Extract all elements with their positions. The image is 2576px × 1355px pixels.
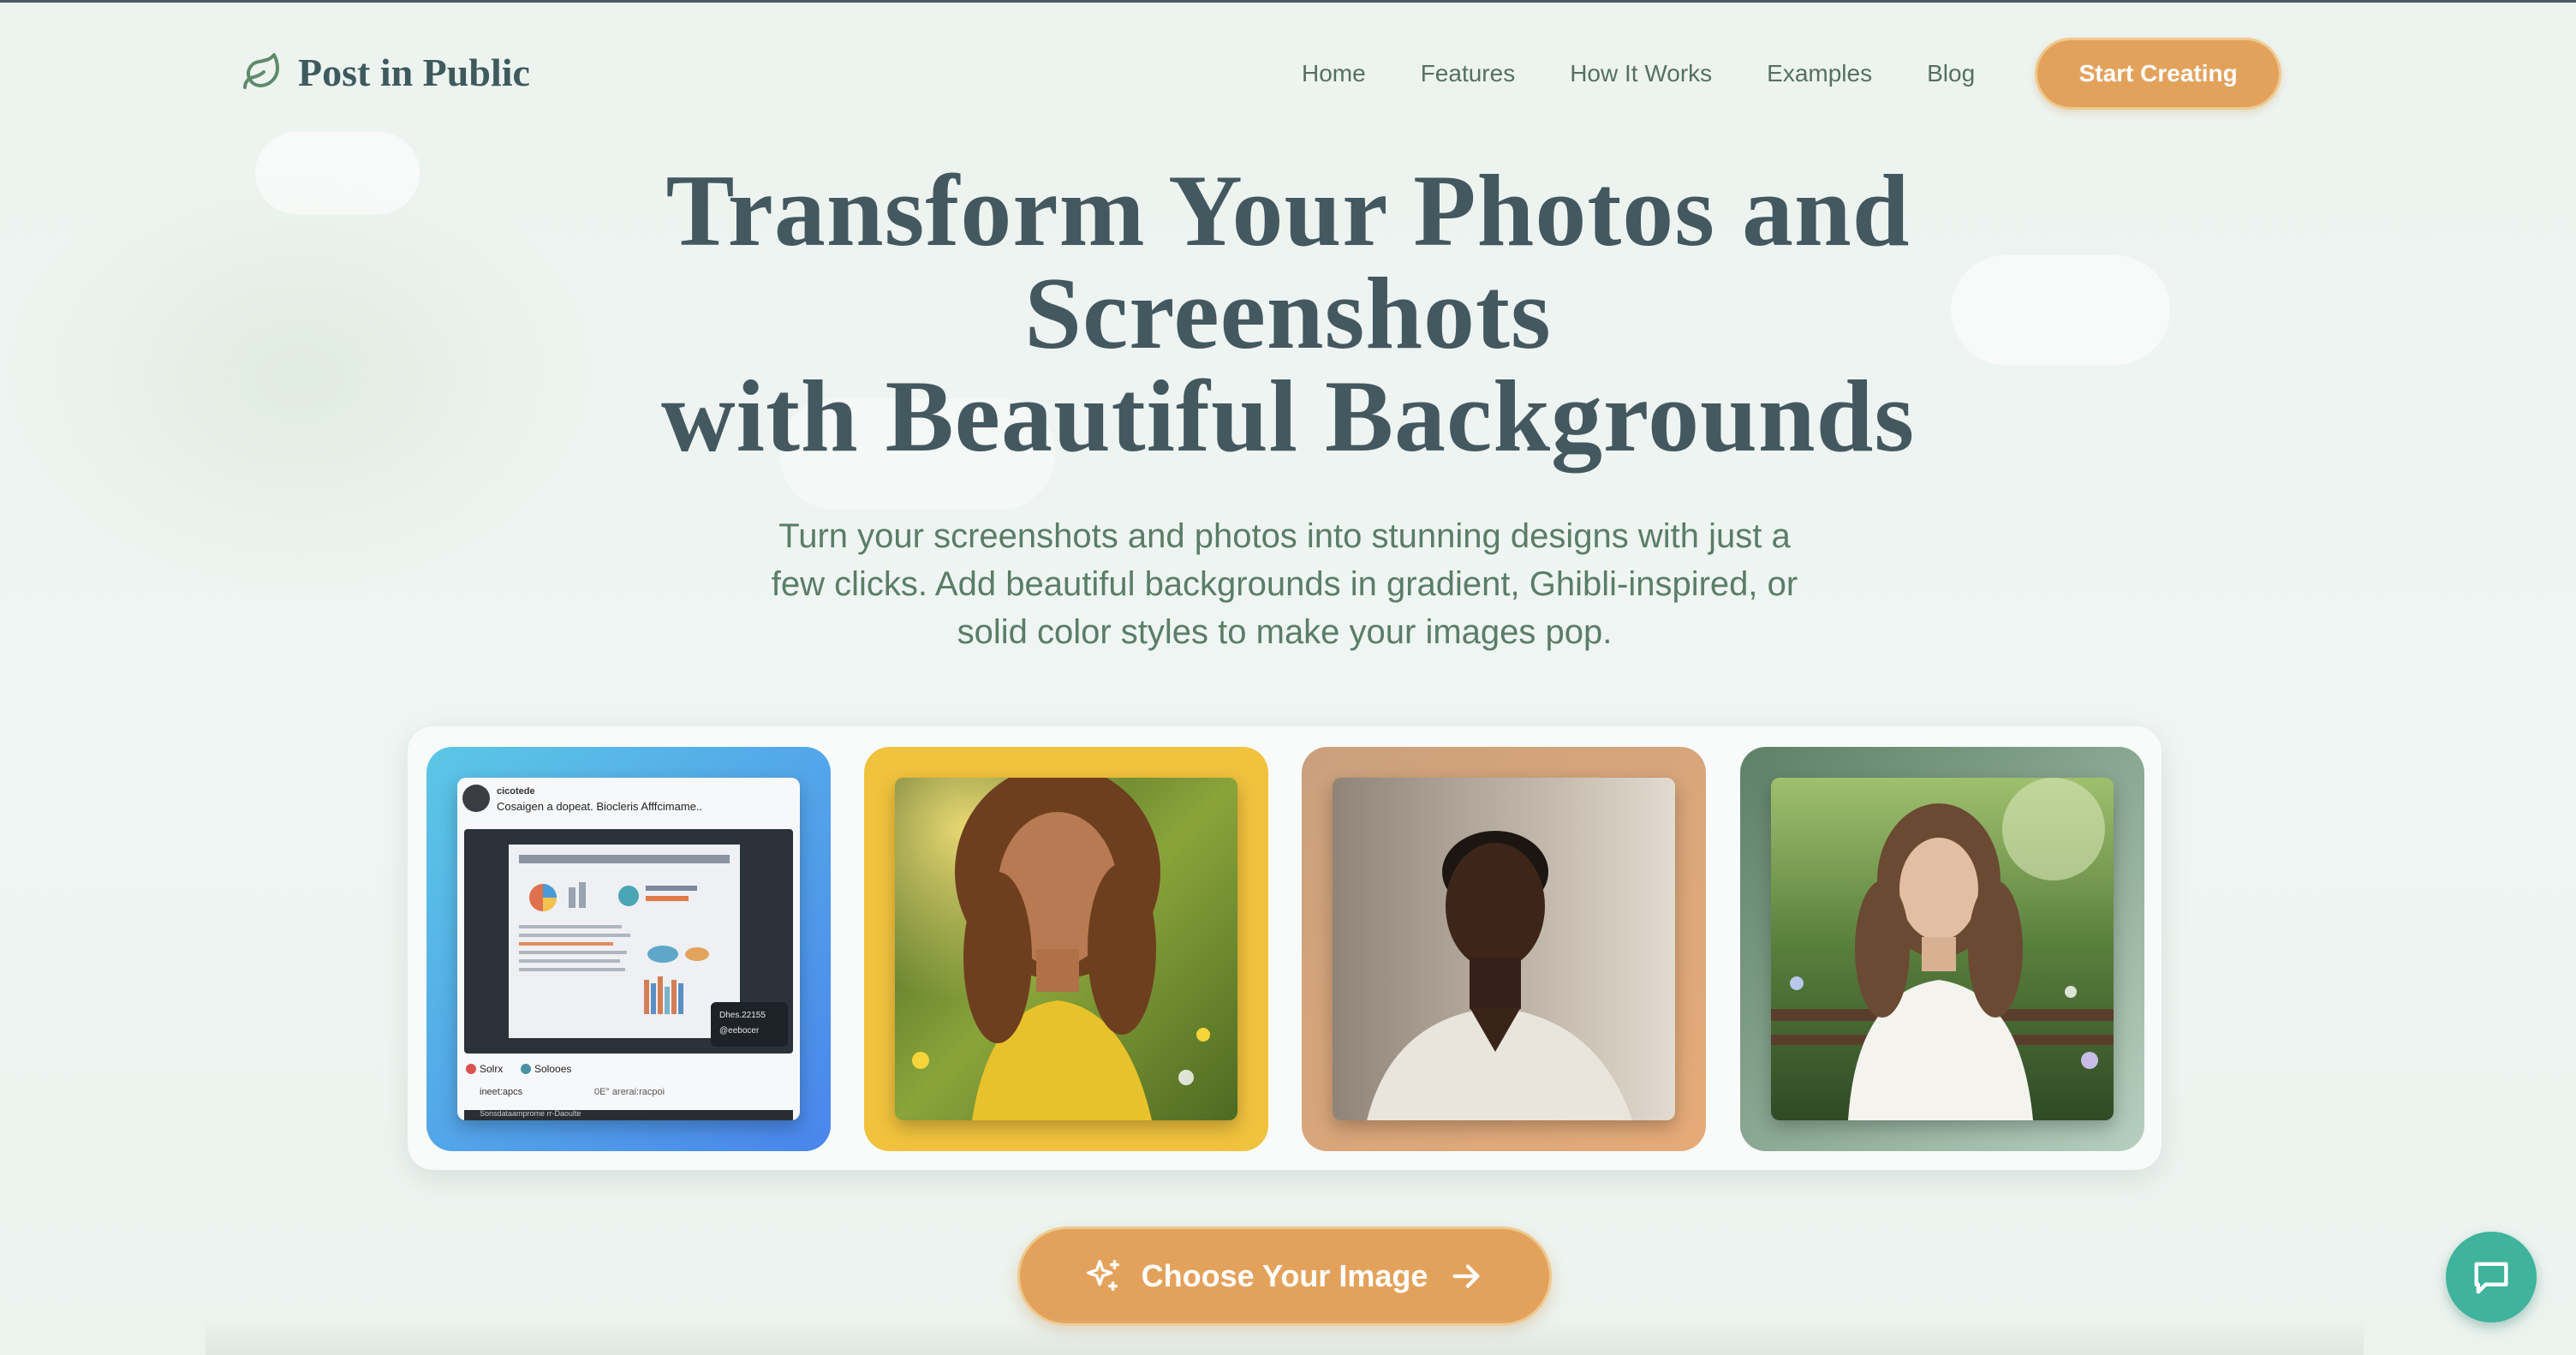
portrait-photo	[1333, 778, 1675, 1120]
chat-widget-button[interactable]	[2446, 1232, 2537, 1322]
window-top-border	[0, 0, 2576, 3]
example-card-screenshot[interactable]: cicotede Cosaigen a dopeat. Biocleris Af…	[426, 747, 831, 1151]
reaction-label: Solooes	[534, 1063, 572, 1075]
brand-logo[interactable]: Post in Public	[242, 45, 530, 99]
brand-name: Post in Public	[298, 50, 530, 94]
nav-examples[interactable]: Examples	[1767, 60, 1872, 87]
start-creating-button[interactable]: Start Creating	[2035, 38, 2282, 110]
hero-title-line: Transform Your Photos and	[665, 153, 1911, 267]
decorative-cloud	[255, 132, 420, 214]
portrait-photo	[1771, 778, 2114, 1120]
portrait-photo	[895, 778, 1237, 1120]
next-section-edge	[206, 1319, 2364, 1355]
example-card-yellow[interactable]	[864, 747, 1268, 1151]
sparkles-icon	[1086, 1260, 1119, 1292]
post-footer-text: ineet:apcs	[480, 1087, 523, 1097]
woman-park-bench-photo	[1771, 778, 2114, 1120]
hero-title-line: with Beautiful Backgrounds	[660, 359, 1916, 473]
post-text: Cosaigen a dopeat. Biocleris Afffcimame.…	[497, 800, 703, 813]
chart-overlay-line: @eebocer	[719, 1026, 760, 1036]
arrow-right-icon	[1452, 1264, 1480, 1288]
nav-blog[interactable]: Blog	[1927, 60, 1975, 87]
nav-how-it-works[interactable]: How It Works	[1570, 60, 1712, 87]
post-footer-text: Sonsdataamprome rr-Daoulte	[480, 1109, 581, 1118]
hero-title-line: Screenshots	[1024, 256, 1552, 370]
nav-home[interactable]: Home	[1302, 60, 1366, 87]
main-nav: Home Features How It Works Examples Blog…	[1302, 38, 2282, 110]
hero-subtitle-line: solid color styles to make your images p…	[957, 613, 1613, 651]
example-card-green[interactable]	[1740, 747, 2144, 1151]
screenshot-preview: cicotede Cosaigen a dopeat. Biocleris Af…	[457, 778, 800, 1120]
social-post-mockup	[462, 785, 793, 1120]
background-haze	[0, 154, 599, 600]
reaction-label: Solrx	[480, 1063, 504, 1075]
example-card-peach[interactable]	[1302, 747, 1706, 1151]
hero-title: Transform Your Photos and Screenshots wi…	[517, 159, 2059, 468]
leaf-icon	[243, 53, 279, 89]
chat-bubble-icon	[2474, 1262, 2508, 1294]
woman-yellow-dress-photo	[895, 778, 1237, 1120]
nav-features[interactable]: Features	[1421, 60, 1516, 87]
post-footer-text: 0E° arerai:racpoi	[594, 1087, 665, 1097]
chart-overlay-line: Dhes.22155	[719, 1011, 766, 1020]
hero-subtitle-line: Turn your screenshots and photos into st…	[778, 517, 1791, 555]
hero-subtitle-line: few clicks. Add beautiful backgrounds in…	[771, 565, 1798, 603]
post-username: cicotede	[497, 786, 535, 797]
choose-image-button[interactable]: Choose Your Image	[1017, 1227, 1552, 1326]
choose-image-label: Choose Your Image	[1141, 1258, 1428, 1293]
hero-subtitle: Turn your screenshots and photos into st…	[702, 512, 1867, 656]
examples-gallery: cicotede Cosaigen a dopeat. Biocleris Af…	[408, 726, 2162, 1170]
man-white-shirt-photo	[1333, 778, 1675, 1120]
